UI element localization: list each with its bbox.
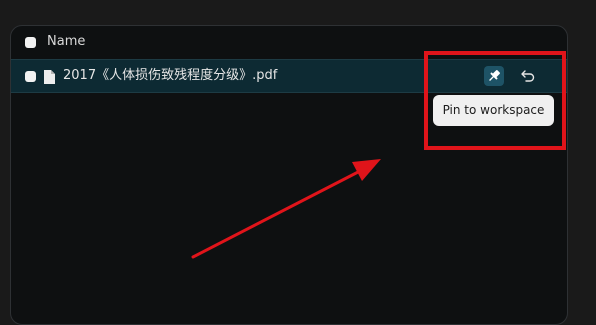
- annotation-arrow: [191, 159, 381, 259]
